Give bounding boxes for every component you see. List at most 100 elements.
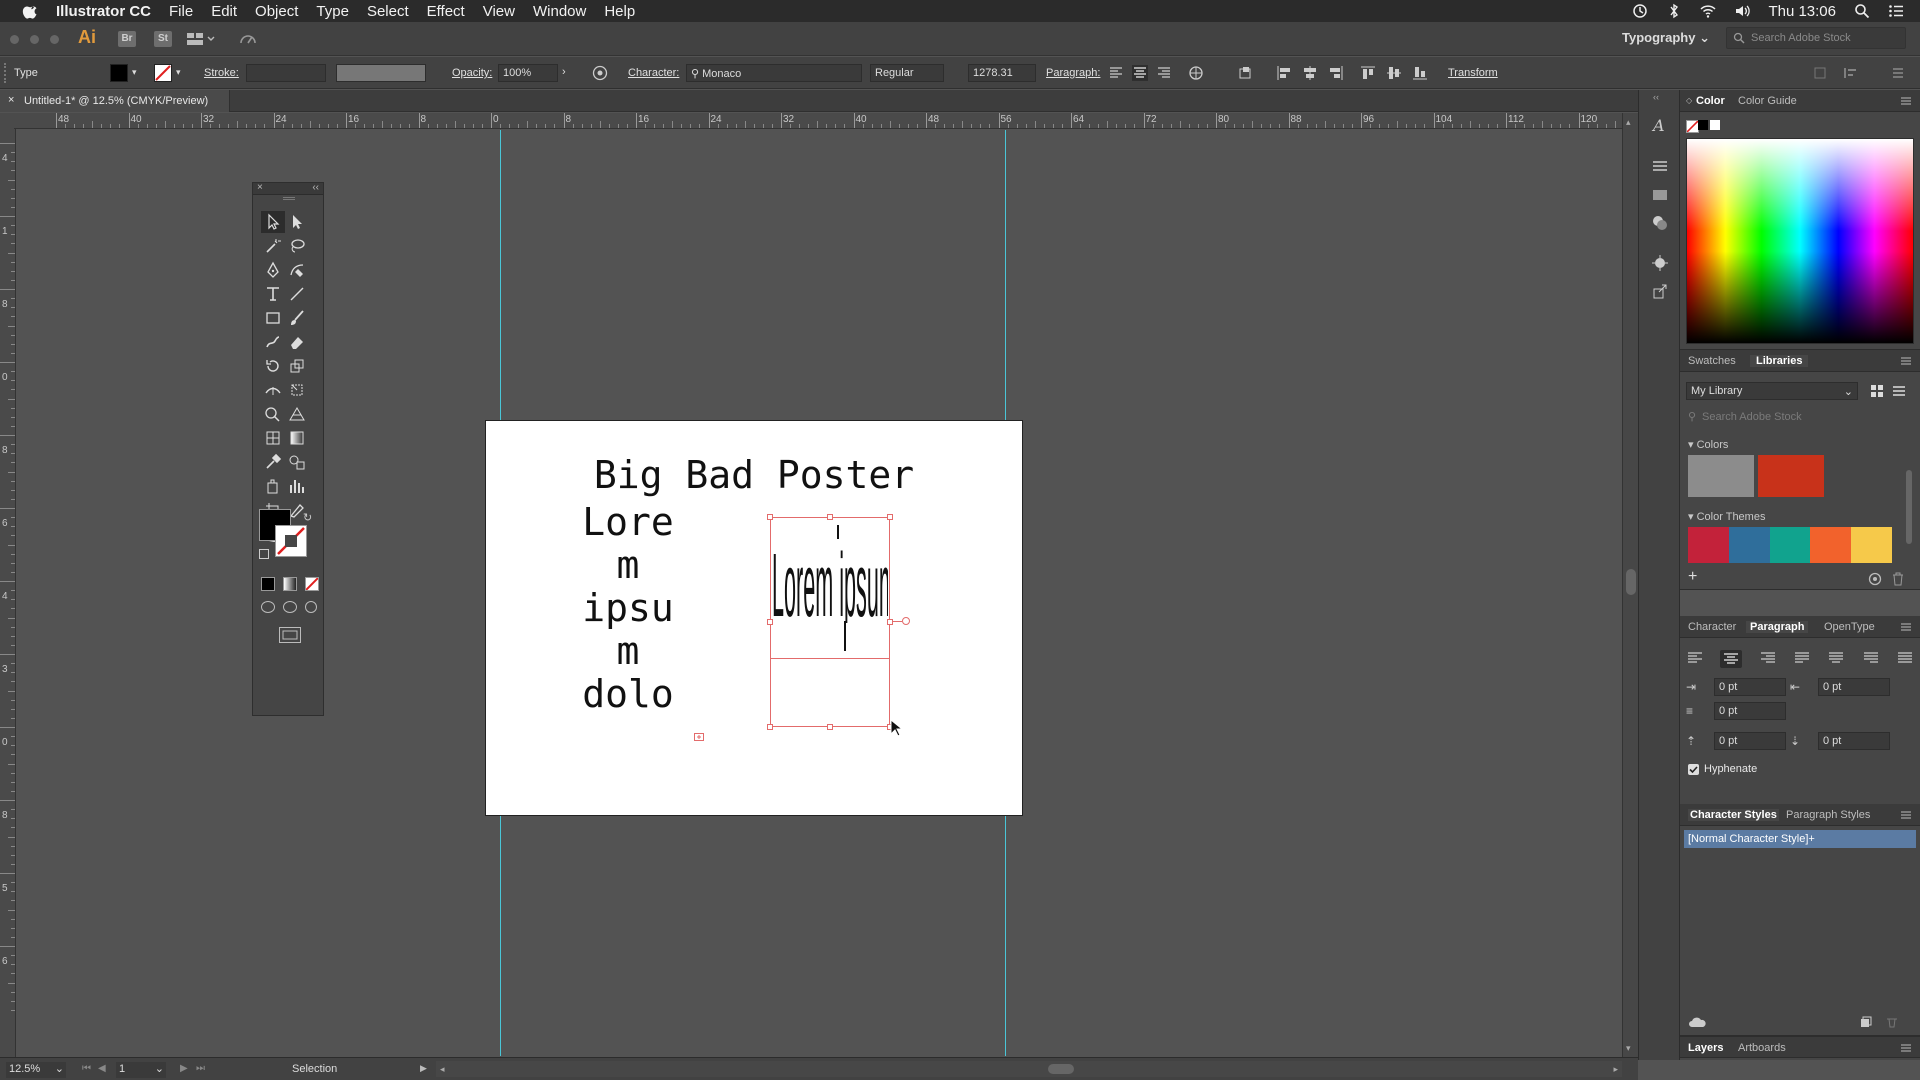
previous-artboard-icon[interactable]: ◀ (98, 1063, 106, 1074)
panel-collapse-icon[interactable]: ◇ (1686, 96, 1692, 105)
left-indent-field[interactable]: 0 pt (1714, 678, 1786, 696)
vertical-scrollbar[interactable]: ▴ ▾ (1622, 113, 1638, 1057)
handle-top-left[interactable] (767, 514, 773, 520)
panel-grip[interactable] (283, 197, 295, 200)
bridge-button[interactable]: Br (118, 31, 136, 47)
library-color-swatch[interactable] (1688, 455, 1754, 497)
white-chip[interactable] (1710, 120, 1720, 130)
notification-center-icon[interactable] (1888, 3, 1904, 19)
right-indent-field[interactable]: 0 pt (1818, 678, 1890, 696)
search-adobe-stock-input[interactable]: Search Adobe Stock (1726, 27, 1906, 49)
global-edit-icon[interactable] (1188, 65, 1204, 81)
column-graph-tool[interactable] (285, 475, 309, 497)
tab-libraries[interactable]: Libraries (1750, 355, 1809, 367)
tools-panel-header[interactable]: × ‹‹ (253, 182, 323, 195)
justify-last-right-icon[interactable] (1862, 650, 1880, 666)
swap-fill-stroke-icon[interactable]: ↻ (303, 511, 312, 524)
last-artboard-icon[interactable]: ⏭ (196, 1063, 205, 1074)
cloud-library-icon[interactable] (1688, 1016, 1708, 1028)
align-center-icon[interactable] (1132, 65, 1148, 81)
zoom-level-field[interactable]: 12.5% ⌄ (6, 1062, 66, 1078)
menu-file[interactable]: File (169, 3, 193, 20)
scale-tool[interactable] (285, 355, 309, 377)
apple-icon[interactable] (20, 3, 42, 19)
menu-object[interactable]: Object (255, 3, 298, 20)
minimize-window-button[interactable] (30, 35, 39, 44)
selection-bounding-box[interactable] (770, 517, 890, 727)
library-color-swatch[interactable] (1758, 455, 1824, 497)
stroke-color-box[interactable] (275, 525, 307, 557)
library-select[interactable]: My Library ⌄ (1686, 382, 1858, 400)
none-mode-button[interactable] (305, 577, 319, 591)
symbols-panel-icon[interactable] (1651, 254, 1669, 272)
document-tab[interactable]: × Untitled-1* @ 12.5% (CMYK/Preview) (0, 90, 230, 112)
hyphenate-checkbox[interactable] (1688, 764, 1699, 775)
horizontal-align-center-icon[interactable] (1302, 65, 1318, 81)
menu-effect[interactable]: Effect (427, 3, 465, 20)
stroke-swatch[interactable] (154, 64, 172, 82)
black-chip[interactable] (1698, 120, 1708, 130)
scroll-down-icon[interactable]: ▾ (1626, 1043, 1631, 1054)
menu-view[interactable]: View (483, 3, 515, 20)
space-after-field[interactable]: 0 pt (1818, 732, 1890, 750)
thread-out-port[interactable] (902, 617, 910, 625)
tab-character-styles[interactable]: Character Styles (1688, 809, 1779, 821)
opacity-field[interactable]: 100% (498, 64, 558, 82)
curvature-tool[interactable] (285, 259, 309, 281)
isolate-icon[interactable] (1812, 65, 1828, 81)
new-style-icon[interactable] (1860, 1016, 1872, 1028)
vertical-align-top-icon[interactable] (1360, 65, 1376, 81)
trash-icon[interactable] (1892, 572, 1904, 586)
paintbrush-tool[interactable] (285, 307, 309, 329)
vertical-ruler[interactable]: 4 1 8 0 8 6 4 3 0 8 5 6 (0, 129, 16, 1057)
zoom-window-button[interactable] (50, 35, 59, 44)
first-line-indent-field[interactable]: 0 pt (1714, 702, 1786, 720)
tab-artboards[interactable]: Artboards (1738, 1042, 1786, 1054)
blend-tool[interactable] (285, 451, 309, 473)
spotlight-search-icon[interactable] (1854, 3, 1870, 19)
arrange-icon[interactable] (1842, 65, 1858, 81)
menu-select[interactable]: Select (367, 3, 409, 20)
horizontal-scrollbar[interactable]: ◂ ▸ (436, 1061, 1622, 1077)
eyedropper-tool[interactable] (261, 451, 285, 473)
color-theme-strip[interactable] (1688, 527, 1892, 563)
justify-all-icon[interactable] (1896, 650, 1914, 666)
character-panel-icon[interactable]: A (1651, 116, 1669, 134)
close-tab-icon[interactable]: × (8, 94, 14, 106)
arrange-documents-icon[interactable] (186, 31, 216, 47)
clock[interactable]: Thu 13:06 (1768, 3, 1836, 20)
opacity-arrow-icon[interactable]: › (562, 66, 566, 78)
bluetooth-icon[interactable] (1666, 3, 1682, 19)
align-left-icon[interactable] (1108, 65, 1124, 81)
sync-status-icon[interactable] (1866, 572, 1884, 586)
color-themes-section-header[interactable]: ▾ Color Themes (1688, 510, 1765, 523)
tab-color[interactable]: Color (1696, 95, 1725, 107)
line-tool[interactable] (285, 283, 309, 305)
appearance-panel-icon[interactable] (1651, 214, 1669, 232)
justify-last-center-icon[interactable] (1827, 650, 1845, 666)
tab-paragraph[interactable]: Paragraph (1746, 621, 1809, 633)
tab-swatches[interactable]: Swatches (1688, 355, 1736, 367)
rotate-tool[interactable] (261, 355, 285, 377)
colors-section-header[interactable]: ▾ Colors (1688, 438, 1728, 451)
font-size-field[interactable]: 1278.31 (968, 64, 1036, 82)
stock-button[interactable]: St (154, 31, 172, 47)
color-spectrum[interactable] (1686, 138, 1914, 344)
align-center-icon[interactable] (1720, 650, 1743, 668)
close-panel-icon[interactable]: × (257, 182, 263, 193)
scroll-left-icon[interactable]: ◂ (440, 1064, 445, 1075)
shape-builder-tool[interactable] (261, 403, 285, 425)
vertical-align-center-icon[interactable] (1386, 65, 1402, 81)
gradient-mode-button[interactable] (283, 577, 297, 591)
libraries-scrollbar[interactable] (1906, 470, 1912, 544)
panel-menu-icon[interactable] (1900, 356, 1912, 366)
menu-help[interactable]: Help (604, 3, 635, 20)
handle-bottom-center[interactable] (827, 724, 833, 730)
overflow-indicator-icon[interactable] (694, 733, 704, 741)
gpu-performance-icon[interactable] (238, 31, 258, 49)
poster-title[interactable]: Big Bad Poster (486, 453, 1022, 497)
font-family-field[interactable]: ⚲ Monaco (686, 64, 862, 82)
align-to-selection-icon[interactable] (1238, 65, 1254, 81)
scroll-up-icon[interactable]: ▴ (1626, 117, 1631, 128)
handle-top-right[interactable] (887, 514, 893, 520)
